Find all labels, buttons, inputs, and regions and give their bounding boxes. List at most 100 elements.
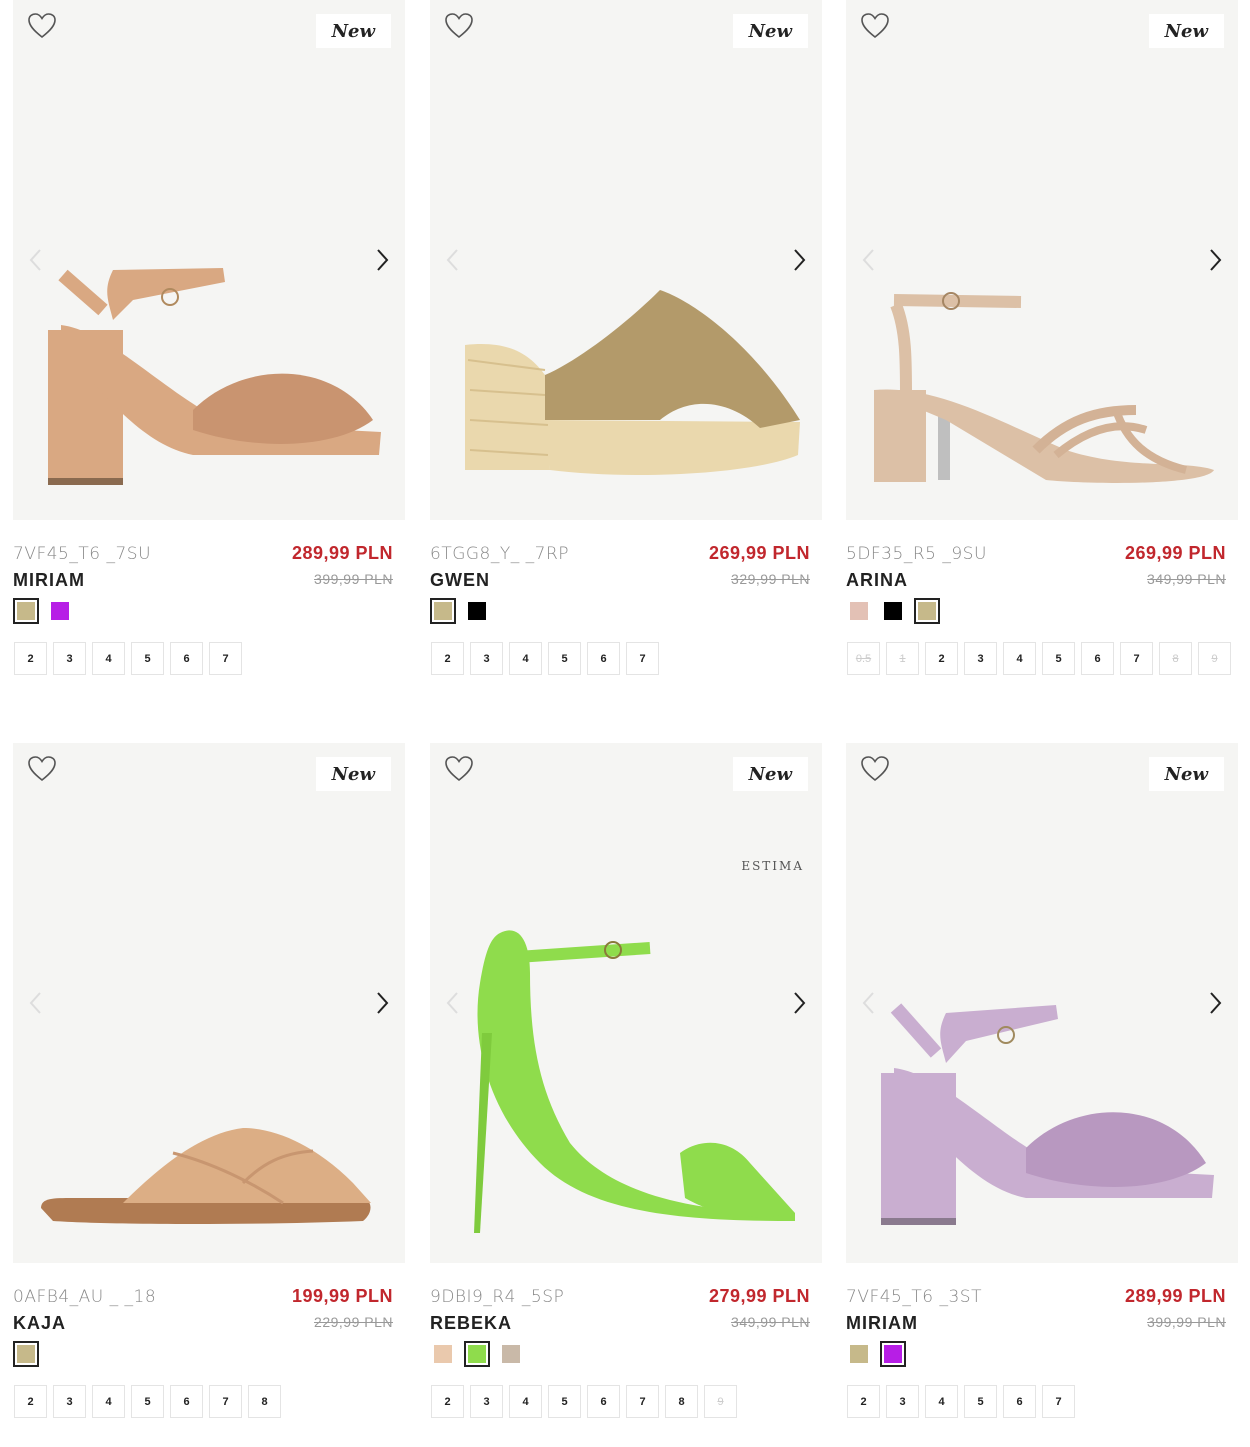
- size-option[interactable]: 3: [470, 1385, 503, 1418]
- product-name[interactable]: REBEKA: [430, 1313, 512, 1334]
- size-option[interactable]: 5: [548, 642, 581, 675]
- size-option[interactable]: 7: [1042, 1385, 1075, 1418]
- color-swatch[interactable]: [47, 598, 73, 624]
- size-option[interactable]: 2: [431, 642, 464, 675]
- size-option[interactable]: 6: [587, 642, 620, 675]
- color-swatch[interactable]: [13, 1341, 39, 1367]
- size-option[interactable]: 3: [886, 1385, 919, 1418]
- product-card[interactable]: New 7VF45_T6 _3ST 289,99 PLN MIRIAM 399,…: [846, 743, 1238, 1373]
- product-image-area[interactable]: New: [846, 743, 1238, 1263]
- color-swatch[interactable]: [13, 598, 39, 624]
- size-option[interactable]: 8: [665, 1385, 698, 1418]
- size-option[interactable]: 6: [170, 1385, 203, 1418]
- product-image[interactable]: [846, 0, 1238, 520]
- product-image-area[interactable]: New ESTIMA: [430, 743, 822, 1263]
- product-image-area[interactable]: New: [13, 0, 405, 520]
- color-swatch[interactable]: [880, 1341, 906, 1367]
- size-option[interactable]: 2: [14, 1385, 47, 1418]
- size-option[interactable]: 3: [53, 642, 86, 675]
- previous-image-arrow-icon[interactable]: [442, 989, 464, 1017]
- product-name[interactable]: MIRIAM: [846, 1313, 918, 1334]
- size-option[interactable]: 6: [1081, 642, 1114, 675]
- color-swatch[interactable]: [846, 1341, 872, 1367]
- product-card[interactable]: New 6TGG8_Y_ _7RP 269,99 PLN GWEN 329,99…: [430, 0, 822, 630]
- size-option[interactable]: 8: [1159, 642, 1192, 675]
- size-option[interactable]: 3: [964, 642, 997, 675]
- size-option[interactable]: 4: [509, 642, 542, 675]
- size-option[interactable]: 7: [626, 1385, 659, 1418]
- product-card[interactable]: New ESTIMA 9DBI9_R4 _5SP 279,99 PLN REBE…: [430, 743, 822, 1373]
- wishlist-heart-icon[interactable]: [860, 755, 890, 783]
- next-image-arrow-icon[interactable]: [788, 246, 810, 274]
- size-option[interactable]: 7: [1120, 642, 1153, 675]
- previous-image-arrow-icon[interactable]: [858, 989, 880, 1017]
- size-option[interactable]: 2: [925, 642, 958, 675]
- size-option[interactable]: 4: [1003, 642, 1036, 675]
- size-option[interactable]: 4: [92, 642, 125, 675]
- size-option[interactable]: 7: [209, 642, 242, 675]
- wishlist-heart-icon[interactable]: [27, 12, 57, 40]
- size-option[interactable]: 7: [626, 642, 659, 675]
- color-swatch[interactable]: [430, 1341, 456, 1367]
- brand-logo-estima: ESTIMA: [741, 859, 804, 873]
- size-option[interactable]: 7: [209, 1385, 242, 1418]
- product-image-area[interactable]: New: [13, 743, 405, 1263]
- wishlist-heart-icon[interactable]: [444, 755, 474, 783]
- color-swatch[interactable]: [880, 598, 906, 624]
- size-option[interactable]: 6: [587, 1385, 620, 1418]
- size-option[interactable]: 2: [847, 1385, 880, 1418]
- previous-image-arrow-icon[interactable]: [25, 989, 47, 1017]
- size-option[interactable]: 5: [131, 1385, 164, 1418]
- size-option[interactable]: 5: [964, 1385, 997, 1418]
- size-option[interactable]: 8: [248, 1385, 281, 1418]
- size-option[interactable]: 4: [509, 1385, 542, 1418]
- color-swatch[interactable]: [498, 1341, 524, 1367]
- size-option[interactable]: 3: [53, 1385, 86, 1418]
- product-image[interactable]: [430, 743, 822, 1263]
- size-option[interactable]: 9: [704, 1385, 737, 1418]
- next-image-arrow-icon[interactable]: [1204, 989, 1226, 1017]
- previous-image-arrow-icon[interactable]: [442, 246, 464, 274]
- next-image-arrow-icon[interactable]: [1204, 246, 1226, 274]
- size-option[interactable]: 6: [170, 642, 203, 675]
- wishlist-heart-icon[interactable]: [444, 12, 474, 40]
- product-card[interactable]: New 5DF35_R5 _9SU 269,99 PLN ARINA 349,9…: [846, 0, 1238, 630]
- size-option[interactable]: 4: [92, 1385, 125, 1418]
- product-name[interactable]: ARINA: [846, 570, 908, 591]
- color-swatch[interactable]: [846, 598, 872, 624]
- size-option[interactable]: 6: [1003, 1385, 1036, 1418]
- size-option[interactable]: 1: [886, 642, 919, 675]
- color-swatch[interactable]: [464, 1341, 490, 1367]
- size-option[interactable]: 2: [431, 1385, 464, 1418]
- original-price: 349,99 PLN: [1147, 571, 1226, 587]
- next-image-arrow-icon[interactable]: [371, 246, 393, 274]
- product-image-area[interactable]: New: [430, 0, 822, 520]
- product-image[interactable]: [13, 0, 405, 520]
- product-name[interactable]: KAJA: [13, 1313, 66, 1334]
- size-option[interactable]: 0.5: [847, 642, 880, 675]
- previous-image-arrow-icon[interactable]: [25, 246, 47, 274]
- product-image[interactable]: [13, 743, 405, 1263]
- size-option[interactable]: 5: [131, 642, 164, 675]
- size-option[interactable]: 5: [548, 1385, 581, 1418]
- color-swatch[interactable]: [430, 598, 456, 624]
- product-name[interactable]: MIRIAM: [13, 570, 85, 591]
- size-option[interactable]: 9: [1198, 642, 1231, 675]
- product-card[interactable]: New 0AFB4_AU _ _18 199,99 PLN KAJA 229,9…: [13, 743, 405, 1373]
- wishlist-heart-icon[interactable]: [860, 12, 890, 40]
- product-image[interactable]: [430, 0, 822, 520]
- product-name[interactable]: GWEN: [430, 570, 490, 591]
- size-option[interactable]: 3: [470, 642, 503, 675]
- next-image-arrow-icon[interactable]: [788, 989, 810, 1017]
- product-image[interactable]: [846, 743, 1238, 1263]
- size-option[interactable]: 2: [14, 642, 47, 675]
- previous-image-arrow-icon[interactable]: [858, 246, 880, 274]
- wishlist-heart-icon[interactable]: [27, 755, 57, 783]
- color-swatch[interactable]: [464, 598, 490, 624]
- size-option[interactable]: 4: [925, 1385, 958, 1418]
- color-swatch[interactable]: [914, 598, 940, 624]
- product-card[interactable]: New 7VF45_T6 _7SU 289,99 PLN MIRIAM 399,…: [13, 0, 405, 630]
- next-image-arrow-icon[interactable]: [371, 989, 393, 1017]
- size-option[interactable]: 5: [1042, 642, 1075, 675]
- product-image-area[interactable]: New: [846, 0, 1238, 520]
